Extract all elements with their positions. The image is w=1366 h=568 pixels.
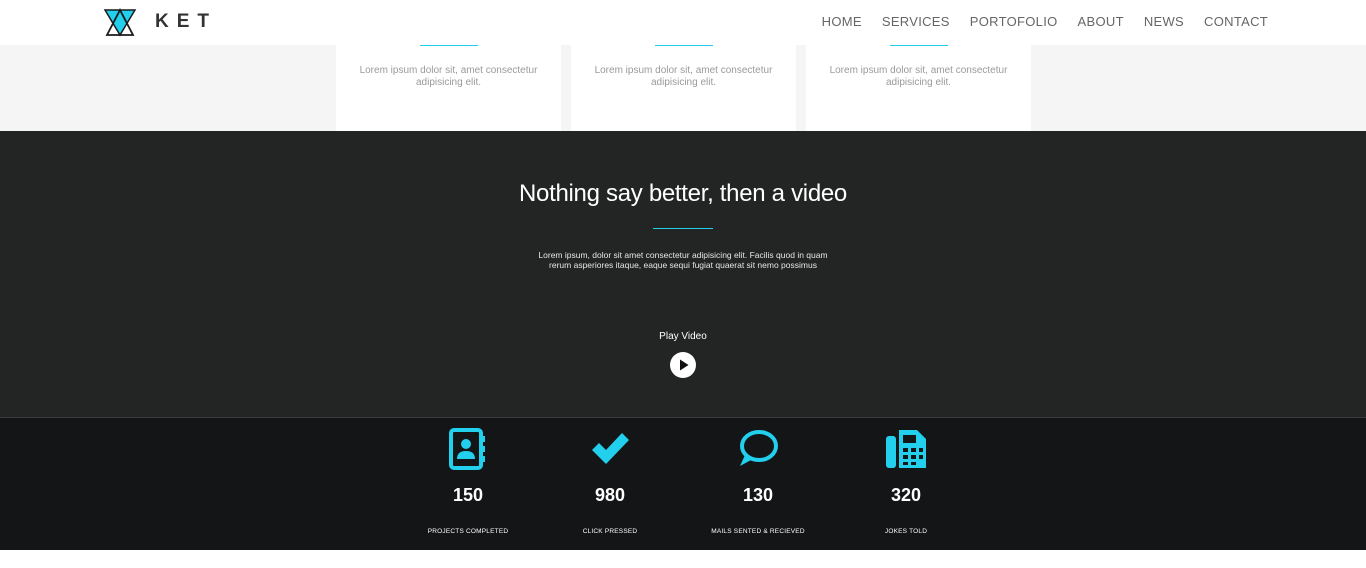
video-description: Lorem ipsum, dolor sit amet consectetur … [538,250,828,270]
nav-contact[interactable]: CONTACT [1204,14,1268,29]
nav-about[interactable]: ABOUT [1078,14,1124,29]
chat-bubble-icon [740,430,778,466]
service-card-text: Lorem ipsum dolor sit, amet consectetur … [359,65,538,88]
service-card-text: Lorem ipsum dolor sit, amet consectetur … [829,65,1008,88]
checkmark-icon [592,433,629,464]
nav-services[interactable]: SERVICES [882,14,950,29]
ket-logo-icon[interactable] [102,7,138,37]
site-header: KET HOME SERVICES PORTOFOLIO ABOUT NEWS … [0,0,1366,45]
video-divider [653,228,713,229]
fax-icon [886,430,926,468]
stat-clicks: 980 CLICK PRESSED [540,418,680,551]
stat-label: JOKES TOLD [884,528,928,535]
service-card: Lorem ipsum dolor sit, amet consectetur … [806,45,1031,131]
stat-label: CLICK PRESSED [582,528,638,535]
service-card: Lorem ipsum dolor sit, amet consectetur … [336,45,561,131]
stat-label: PROJECTS COMPLETED [427,528,509,535]
card-accent-line [889,45,948,46]
service-card: Lorem ipsum dolor sit, amet consectetur … [571,45,796,131]
stat-value: 150 [452,485,484,505]
nav-home[interactable]: HOME [822,14,862,29]
stat-value: 320 [890,485,922,505]
main-nav: HOME SERVICES PORTOFOLIO ABOUT NEWS CONT… [822,14,1268,29]
service-card-text: Lorem ipsum dolor sit, amet consectetur … [594,65,773,88]
card-accent-line [419,45,478,46]
stat-label: MAILS SENTED & RECIEVED [711,528,805,535]
nav-news[interactable]: NEWS [1144,14,1184,29]
stat-value: 980 [594,485,626,505]
contact-book-icon [449,428,485,470]
nav-portofolio[interactable]: PORTOFOLIO [970,14,1058,29]
play-video-button[interactable] [670,352,696,378]
card-accent-line [654,45,713,46]
stat-jokes: 320 JOKES TOLD [836,418,976,551]
video-section: Nothing say better, then a video Lorem i… [0,131,1366,417]
video-section-title: Nothing say better, then a video [519,180,847,207]
stat-mails: 130 MAILS SENTED & RECIEVED [688,418,828,551]
stat-projects: 150 PROJECTS COMPLETED [398,418,538,551]
stats-section: 150 PROJECTS COMPLETED 980 CLICK PRESSED… [0,417,1366,550]
services-section: Lorem ipsum dolor sit, amet consectetur … [0,45,1366,131]
play-icon [671,353,695,377]
play-video-label[interactable]: Play Video [0,331,1366,342]
brand-name[interactable]: KET [155,11,217,33]
stat-value: 130 [742,485,774,505]
